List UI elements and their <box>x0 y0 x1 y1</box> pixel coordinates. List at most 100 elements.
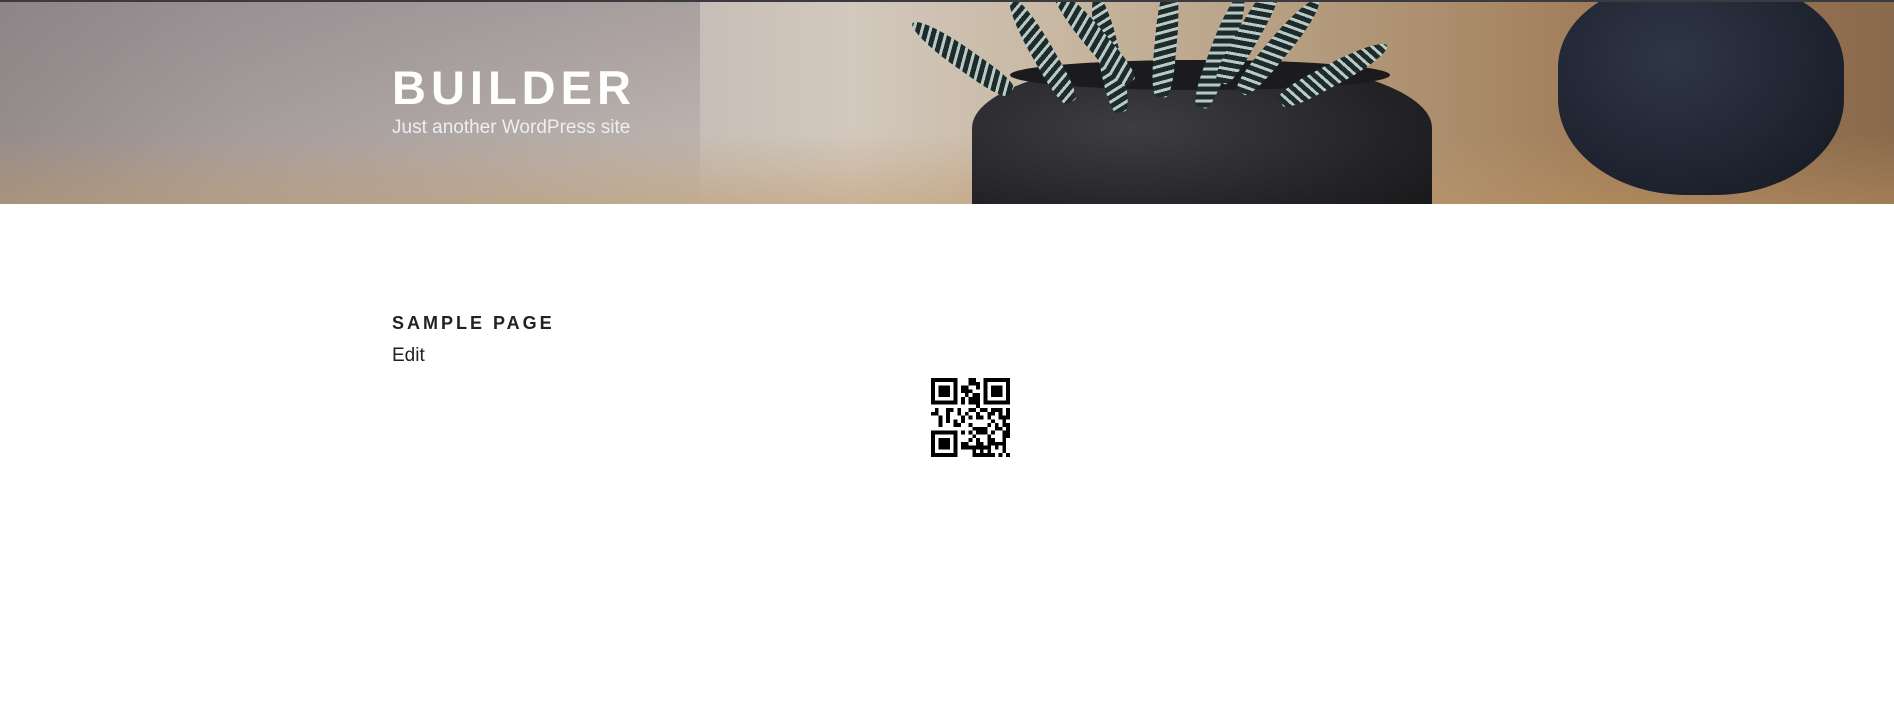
qr-module <box>968 381 973 386</box>
qr-module <box>1002 423 1007 427</box>
qr-module <box>991 453 995 457</box>
qr-module <box>987 411 992 416</box>
qr-module <box>957 411 962 416</box>
qr-module <box>1006 453 1010 457</box>
qr-module <box>949 408 954 412</box>
qr-module <box>976 393 980 397</box>
qr-module <box>976 400 980 405</box>
qr-finder-core <box>991 385 1003 397</box>
qr-module <box>1002 449 1007 454</box>
qr-module <box>968 389 973 394</box>
qr-module <box>998 441 1003 446</box>
qr-module <box>979 430 984 435</box>
qr-module <box>976 441 980 446</box>
qr-module <box>946 419 950 424</box>
qr-module <box>934 408 939 412</box>
qr-module <box>1002 419 1007 424</box>
qr-finder-core <box>938 438 950 450</box>
qr-module <box>976 430 980 435</box>
qr-module <box>961 396 965 401</box>
qr-module <box>994 445 999 450</box>
qr-module <box>968 423 973 427</box>
qr-module <box>991 411 995 416</box>
qr-module <box>979 453 984 457</box>
qr-module <box>961 400 965 405</box>
header-image-background-pot <box>1558 2 1844 195</box>
qr-module <box>972 396 977 401</box>
qr-module <box>987 423 992 427</box>
qr-module <box>1006 430 1010 435</box>
qr-module <box>1006 423 1010 427</box>
qr-module <box>976 381 980 386</box>
qr-module <box>972 378 977 382</box>
qr-module <box>998 408 1003 412</box>
qr-module <box>983 453 988 457</box>
qr-module <box>998 411 1003 416</box>
qr-module <box>991 408 995 412</box>
qr-module <box>983 445 988 450</box>
qr-module <box>961 385 965 390</box>
qr-module <box>1002 441 1007 446</box>
qr-module <box>938 419 943 424</box>
qr-module <box>1002 415 1007 420</box>
qr-module <box>1006 415 1010 420</box>
qr-module <box>979 445 984 450</box>
qr-module <box>1002 430 1007 435</box>
qr-module <box>968 408 973 412</box>
qr-module <box>946 411 950 416</box>
qr-module <box>972 381 977 386</box>
qr-module <box>964 393 969 397</box>
qr-module <box>976 445 980 450</box>
qr-module <box>976 404 980 409</box>
qr-module <box>998 453 1003 457</box>
qr-module <box>961 389 965 394</box>
qr-module <box>964 445 969 450</box>
qr-module <box>979 426 984 431</box>
qr-module <box>972 408 977 412</box>
qr-module <box>976 396 980 401</box>
qr-module <box>983 430 988 435</box>
qr-module <box>968 415 973 420</box>
qr-module <box>1006 426 1010 431</box>
qr-module <box>972 400 977 405</box>
qr-module <box>972 426 977 431</box>
qr-module <box>976 453 980 457</box>
qr-module <box>964 441 969 446</box>
qr-module <box>976 426 980 431</box>
qr-module <box>987 415 992 420</box>
qr-module <box>946 415 950 420</box>
qr-module <box>987 434 992 439</box>
qr-finder-core <box>938 385 950 397</box>
leaf <box>906 14 1018 102</box>
qr-module <box>983 426 988 431</box>
qr-module <box>987 438 992 442</box>
qr-module <box>972 393 977 397</box>
qr-module <box>994 426 999 431</box>
qr-module <box>991 441 995 446</box>
qr-module <box>987 441 992 446</box>
qr-module <box>961 419 965 424</box>
qr-module <box>1002 438 1007 442</box>
qr-code-image <box>931 378 1010 457</box>
qr-module <box>1002 434 1007 439</box>
qr-module <box>972 449 977 454</box>
qr-module <box>998 426 1003 431</box>
qr-module <box>983 408 988 412</box>
qr-module <box>972 453 977 457</box>
qr-module <box>968 430 973 435</box>
qr-module <box>1006 434 1010 439</box>
qr-module <box>938 423 943 427</box>
site-header: BUILDER Just another WordPress site <box>0 0 1894 204</box>
page-title: SAMPLE PAGE <box>392 313 555 333</box>
qr-module <box>934 411 939 416</box>
site-tagline: Just another WordPress site <box>392 117 631 138</box>
site-title[interactable]: BUILDER <box>392 60 636 115</box>
qr-module <box>961 441 965 446</box>
qr-module <box>987 453 992 457</box>
qr-module <box>1006 411 1010 416</box>
edit-link[interactable]: Edit <box>392 345 425 367</box>
qr-module <box>964 389 969 394</box>
qr-module <box>961 445 965 450</box>
qr-module <box>994 423 999 427</box>
qr-module <box>994 408 999 412</box>
